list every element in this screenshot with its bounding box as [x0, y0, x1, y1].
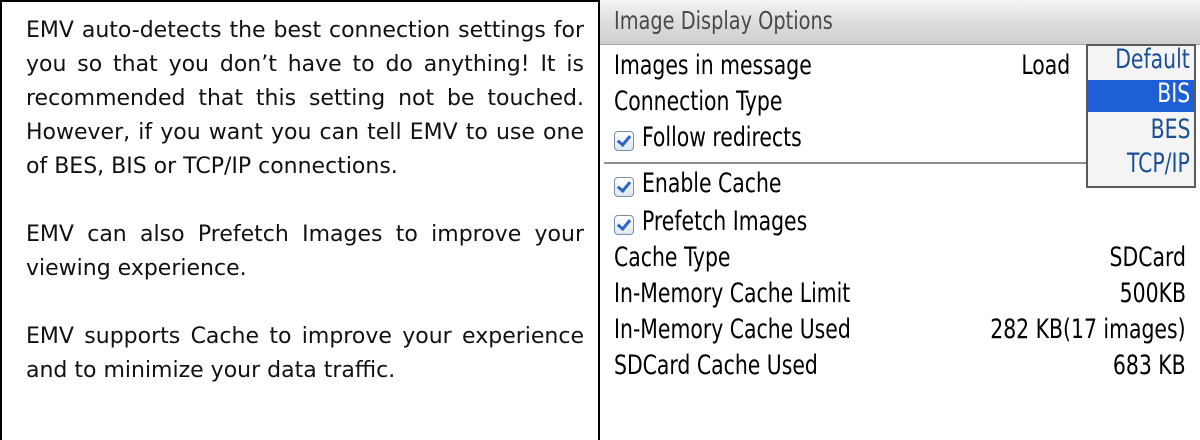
in-memory-cache-limit-field[interactable]: In-Memory Cache Limit 500KB [614, 278, 1192, 314]
cache-description: EMV supports Cache to improve your exper… [26, 324, 584, 383]
options-screen: Image Display Options Images in message … [600, 0, 1200, 440]
dropdown-option-bis[interactable]: BIS [1088, 78, 1194, 112]
in-memory-cache-limit-label: In-Memory Cache Limit [614, 278, 851, 309]
screen-title: Image Display Options [614, 6, 833, 35]
left-border [0, 0, 2, 440]
in-memory-cache-limit-value[interactable]: 500KB [1120, 278, 1186, 309]
dropdown-option-label: BES [1150, 114, 1190, 145]
images-in-message-value[interactable]: Load [1021, 50, 1070, 81]
prefetch-images-label: Prefetch Images [642, 206, 808, 237]
cache-type-field[interactable]: Cache Type SDCard [614, 242, 1192, 278]
dropdown-option-label: TCP/IP [1127, 148, 1190, 179]
in-memory-cache-used-value: 282 KB(17 images) [990, 314, 1186, 345]
prefetch-images-checkbox[interactable] [614, 215, 634, 235]
connection-type-dropdown[interactable]: Default BIS BES TCP/IP [1086, 44, 1196, 188]
top-border [0, 0, 600, 2]
connection-type-label: Connection Type [614, 86, 783, 117]
sdcard-cache-used-field: SDCard Cache Used 683 KB [614, 350, 1192, 386]
dropdown-option-label: BIS [1157, 78, 1190, 109]
in-memory-cache-used-field: In-Memory Cache Used 282 KB(17 images) [614, 314, 1192, 350]
dropdown-option-bes[interactable]: BES [1088, 114, 1194, 148]
prefetch-images-option[interactable]: Prefetch Images [614, 206, 1192, 242]
page: EMV auto-detects the best connection set… [0, 0, 1200, 440]
cache-type-value[interactable]: SDCard [1110, 242, 1186, 273]
in-memory-cache-used-label: In-Memory Cache Used [614, 314, 851, 345]
description-panel: EMV auto-detects the best connection set… [26, 14, 584, 422]
dropdown-option-tcp-ip[interactable]: TCP/IP [1088, 148, 1194, 182]
enable-cache-label: Enable Cache [642, 168, 782, 199]
screen-title-bar: Image Display Options [600, 0, 1200, 45]
dropdown-option-default[interactable]: Default [1088, 44, 1194, 78]
enable-cache-checkbox[interactable] [614, 177, 634, 197]
cache-type-label: Cache Type [614, 242, 731, 273]
dropdown-option-label: Default [1115, 44, 1190, 75]
sdcard-cache-used-label: SDCard Cache Used [614, 350, 818, 381]
follow-redirects-label: Follow redirects [642, 122, 802, 153]
prefetch-description: EMV can also Prefetch Images to improve … [26, 222, 584, 281]
follow-redirects-checkbox[interactable] [614, 131, 634, 151]
sdcard-cache-used-value: 683 KB [1113, 350, 1186, 381]
images-in-message-label: Images in message [614, 50, 812, 81]
connection-description: EMV auto-detects the best connection set… [26, 18, 584, 179]
